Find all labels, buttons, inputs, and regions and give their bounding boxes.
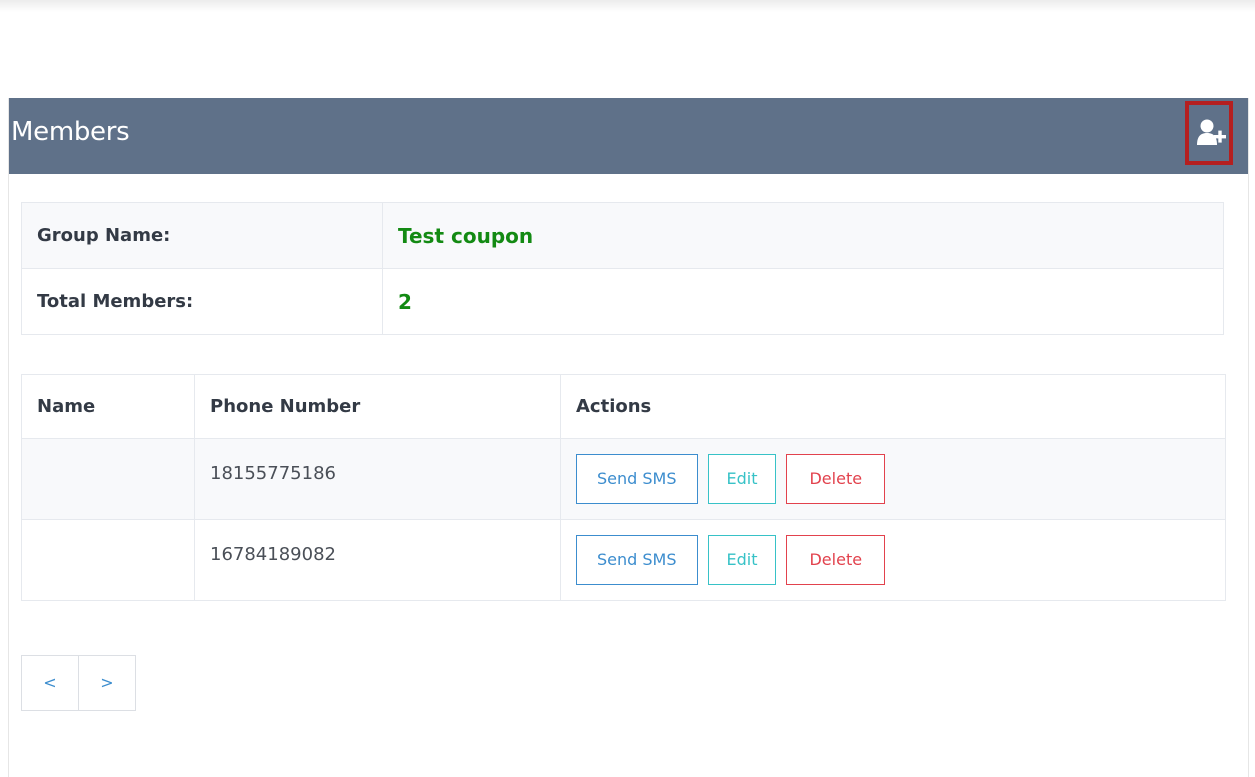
- edit-button[interactable]: Edit: [707, 454, 777, 504]
- members-table: Name Phone Number Actions 18155775186 Se…: [21, 374, 1226, 601]
- total-members-value: 2: [382, 268, 1224, 335]
- panel-header: Members: [9, 98, 1248, 174]
- top-bar-shadow: [0, 0, 1255, 12]
- next-page-button[interactable]: >: [78, 656, 135, 710]
- column-header-actions: Actions: [560, 374, 1226, 439]
- send-sms-button[interactable]: Send SMS: [576, 535, 698, 585]
- table-row: 16784189082 Send SMS Edit Delete: [21, 519, 1226, 601]
- member-name: [21, 438, 195, 520]
- column-header-name: Name: [21, 374, 195, 439]
- add-member-button[interactable]: [1185, 101, 1233, 165]
- member-actions: Send SMS Edit Delete: [560, 438, 1226, 520]
- previous-page-button[interactable]: <: [22, 656, 78, 710]
- page: Members Group Name: Test coupon Total Me…: [0, 0, 1255, 777]
- total-members-row: Total Members: 2: [21, 268, 1224, 335]
- group-name-label: Group Name:: [21, 202, 383, 269]
- delete-button[interactable]: Delete: [786, 454, 886, 504]
- pagination: < >: [21, 655, 136, 711]
- total-members-label: Total Members:: [21, 268, 383, 335]
- member-actions: Send SMS Edit Delete: [560, 519, 1226, 601]
- send-sms-button[interactable]: Send SMS: [576, 454, 698, 504]
- member-name: [21, 519, 195, 601]
- table-row: 18155775186 Send SMS Edit Delete: [21, 438, 1226, 520]
- panel-title: Members: [11, 117, 130, 147]
- member-phone: 16784189082: [194, 519, 561, 601]
- add-user-icon: [1197, 119, 1226, 145]
- table-header-row: Name Phone Number Actions: [21, 374, 1226, 439]
- group-name-value: Test coupon: [382, 202, 1224, 269]
- group-name-row: Group Name: Test coupon: [21, 202, 1224, 269]
- column-header-phone: Phone Number: [194, 374, 561, 439]
- delete-button[interactable]: Delete: [786, 535, 886, 585]
- edit-button[interactable]: Edit: [707, 535, 777, 585]
- group-info-table: Group Name: Test coupon Total Members: 2: [21, 202, 1224, 335]
- member-phone: 18155775186: [194, 438, 561, 520]
- members-panel: Members Group Name: Test coupon Total Me…: [8, 98, 1249, 777]
